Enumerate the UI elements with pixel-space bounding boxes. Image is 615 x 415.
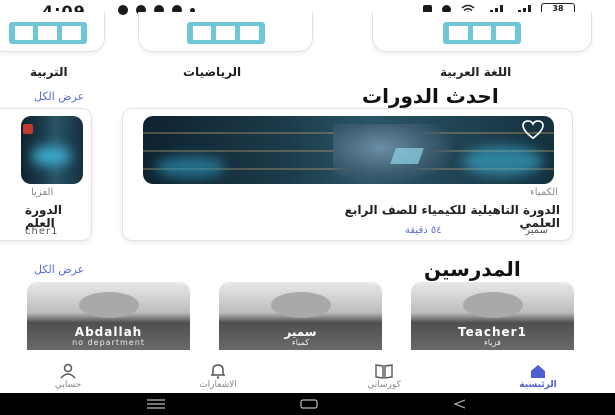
recent-apps-icon[interactable] (146, 399, 166, 409)
subject-card-math[interactable] (138, 12, 313, 52)
subject-label-math: الرياضيات (183, 65, 242, 79)
latest-courses-title: احدث الدورات (362, 84, 499, 108)
teachers-title: المدرسين (424, 257, 521, 281)
teacher-card-teacher1[interactable]: Teacher1 فزياء (411, 282, 574, 350)
teacher-department: no department (72, 338, 145, 347)
course-teacher: سمير (525, 225, 548, 236)
favorite-heart-icon[interactable] (522, 120, 544, 140)
course-image (143, 116, 554, 184)
avatar (78, 292, 139, 318)
avatar (462, 292, 523, 318)
nav-label: الاشعارات (199, 380, 237, 390)
subject-illustration (443, 22, 521, 44)
latest-courses-see-all[interactable]: عرض الكل (34, 90, 84, 103)
teacher-department: فزياء (484, 338, 501, 347)
teacher-department: كمياء (291, 338, 310, 347)
teacher-name: Abdallah (74, 325, 143, 339)
subject-illustration (186, 22, 265, 44)
nav-account[interactable]: حسابي (23, 358, 113, 393)
system-nav-bar (0, 393, 615, 415)
subject-illustration (8, 22, 87, 44)
subject-card-arabic[interactable] (372, 12, 592, 52)
bottom-nav: حسابي الاشعارات كورساتي الرئيسية (0, 358, 615, 393)
course-category: الكمياء (530, 187, 558, 198)
nav-label: كورساتي (367, 380, 401, 390)
course-category: الفزيا (31, 187, 54, 198)
teacher-name: سمير (284, 325, 317, 339)
person-icon (60, 363, 76, 379)
avatar (270, 292, 331, 318)
subjects-row: التربية الرياضيات اللغة العربية (0, 12, 615, 79)
back-icon[interactable] (453, 399, 467, 409)
nav-notifications[interactable]: الاشعارات (173, 358, 263, 393)
course-card-chemistry[interactable]: الكمياء الدورة التاهيلية للكيمياء للصف ا… (122, 108, 573, 241)
nav-my-courses[interactable]: كورساتي (339, 358, 429, 393)
bell-icon (211, 364, 225, 379)
book-icon (375, 364, 393, 379)
course-teacher: cher1 (25, 226, 59, 237)
subject-label-arabic: اللغة العربية (440, 65, 512, 79)
teacher-name: Teacher1 (458, 325, 527, 339)
course-duration: ٥٤ دقيقة (405, 225, 442, 236)
home-icon (531, 365, 545, 378)
nav-label: حسابي (54, 380, 82, 390)
subject-card-education[interactable] (0, 12, 105, 52)
home-button-icon[interactable] (299, 399, 319, 409)
teachers-see-all[interactable]: عرض الكل (34, 263, 84, 276)
course-card-physics[interactable]: الفزيا الدورة العلم cher1 (0, 108, 92, 241)
subject-label-education: التربية (30, 65, 68, 79)
teacher-card-abdallah[interactable]: Abdallah no department (27, 282, 190, 350)
nav-label: الرئيسية (519, 380, 557, 390)
course-image (21, 116, 83, 184)
teacher-card-samir[interactable]: سمير كمياء (219, 282, 382, 350)
nav-home[interactable]: الرئيسية (493, 358, 583, 393)
